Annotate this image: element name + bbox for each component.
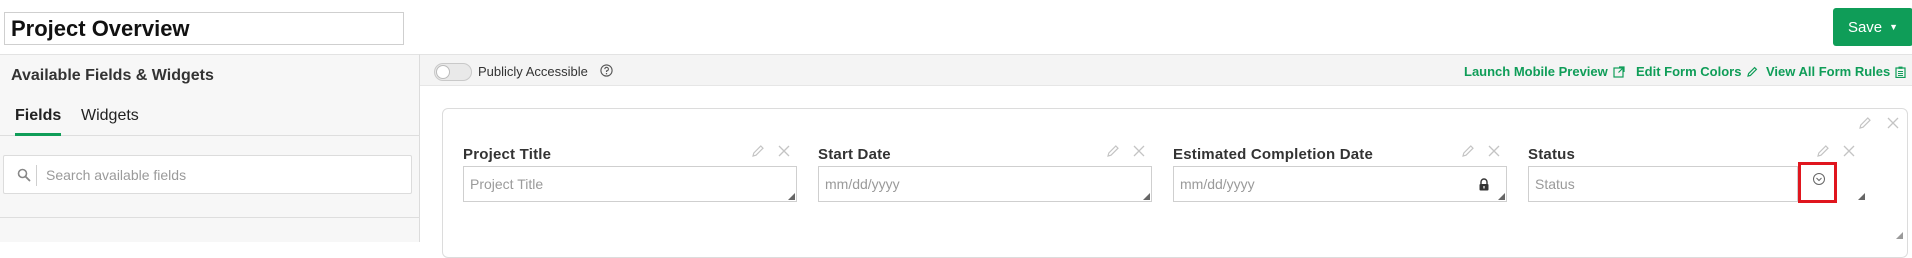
edit-field-icon[interactable] xyxy=(1106,144,1120,158)
field-label: Start Date xyxy=(818,146,891,163)
project-title-input[interactable]: Project Overview xyxy=(4,12,404,45)
field-label: Project Title xyxy=(463,146,552,163)
chevron-down-icon: ▼ xyxy=(1889,21,1899,32)
public-access-toggle[interactable] xyxy=(434,63,472,81)
panel-tabs: Fields Widgets xyxy=(0,103,420,136)
project-title-field-input[interactable] xyxy=(463,166,797,202)
help-icon[interactable] xyxy=(600,64,613,77)
field-label: Status xyxy=(1528,146,1576,163)
save-button[interactable]: Save ▼ xyxy=(1833,8,1912,46)
toggle-knob xyxy=(436,65,450,79)
public-access-label: Publicly Accessible xyxy=(478,64,588,79)
field-resize-handle[interactable] xyxy=(1858,193,1865,200)
field-label: Estimated Completion Date xyxy=(1173,146,1374,163)
panel-title: Available Fields & Widgets xyxy=(11,67,214,84)
pencil-icon xyxy=(1747,66,1758,77)
top-bar: Project Overview Save ▼ xyxy=(0,0,1912,54)
lock-icon xyxy=(1479,178,1489,191)
field-project-title: Project Title xyxy=(463,142,797,202)
edit-field-icon[interactable] xyxy=(751,144,765,158)
section-close-icon[interactable] xyxy=(1886,116,1900,130)
launch-mobile-preview-link[interactable]: Launch Mobile Preview xyxy=(1464,64,1625,79)
search-divider xyxy=(36,165,37,186)
edit-field-icon[interactable] xyxy=(1461,144,1475,158)
field-start-date: Start Date xyxy=(818,142,1152,202)
field-resize-handle[interactable] xyxy=(1143,193,1150,200)
fields-widgets-panel: Available Fields & Widgets Fields Widget… xyxy=(0,54,420,242)
clipboard-icon xyxy=(1895,66,1906,78)
search-icon xyxy=(17,168,31,182)
external-link-icon xyxy=(1613,65,1625,78)
tab-widgets[interactable]: Widgets xyxy=(81,103,139,136)
remove-field-icon[interactable] xyxy=(1132,144,1146,158)
field-search-box xyxy=(3,155,412,194)
form-toolbar: Publicly Accessible Launch Mobile Previe… xyxy=(420,54,1912,86)
field-resize-handle[interactable] xyxy=(1498,193,1505,200)
status-input[interactable] xyxy=(1528,166,1798,202)
remove-field-icon[interactable] xyxy=(1842,144,1856,158)
field-resize-handle[interactable] xyxy=(788,193,795,200)
field-estimated-completion-date: Estimated Completion Date xyxy=(1173,142,1507,202)
remove-field-icon[interactable] xyxy=(1487,144,1501,158)
search-input[interactable] xyxy=(46,156,401,193)
edit-form-colors-link[interactable]: Edit Form Colors xyxy=(1636,64,1758,79)
edit-field-icon[interactable] xyxy=(1816,144,1830,158)
view-form-rules-link[interactable]: View All Form Rules xyxy=(1766,64,1906,79)
start-date-input[interactable] xyxy=(818,166,1152,202)
launch-mobile-preview-label: Launch Mobile Preview xyxy=(1464,64,1608,79)
panel-divider xyxy=(0,217,420,218)
view-form-rules-label: View All Form Rules xyxy=(1766,64,1891,79)
section-resize-handle[interactable] xyxy=(1896,232,1903,239)
section-edit-icon[interactable] xyxy=(1858,116,1872,130)
remove-field-icon[interactable] xyxy=(777,144,791,158)
highlight-box xyxy=(1798,162,1837,203)
edit-form-colors-label: Edit Form Colors xyxy=(1636,64,1742,79)
completion-date-input[interactable] xyxy=(1173,166,1507,202)
save-button-label: Save xyxy=(1847,18,1883,36)
tab-fields[interactable]: Fields xyxy=(15,103,62,136)
